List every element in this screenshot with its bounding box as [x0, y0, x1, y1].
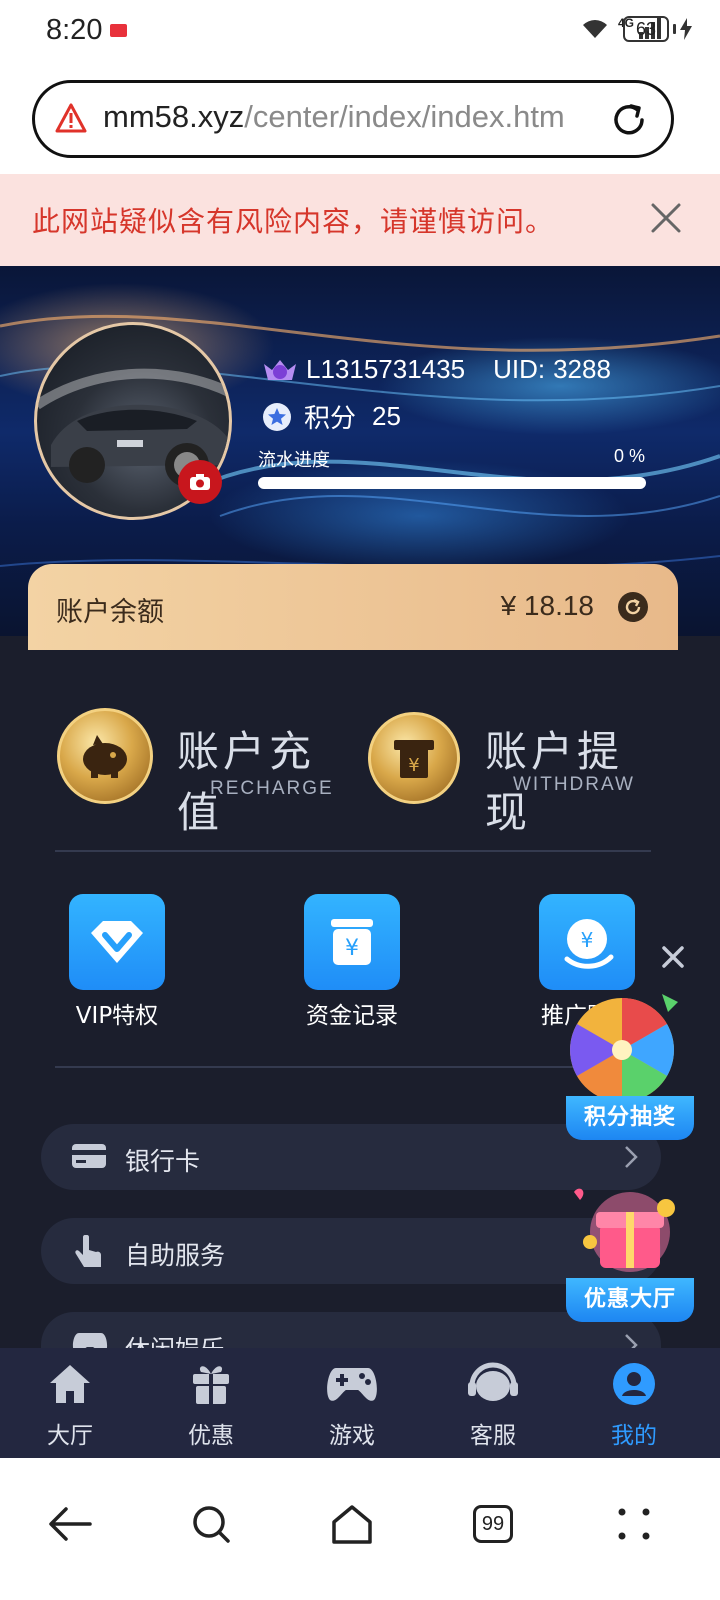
svg-text:¥: ¥ — [581, 928, 594, 952]
risk-warning-banner: 此网站疑似含有风险内容，请谨慎访问。 — [0, 174, 720, 266]
search-button[interactable] — [181, 1494, 241, 1554]
menu-item-label: 休闲娱乐 — [125, 1330, 225, 1348]
divider — [55, 850, 651, 852]
menu-item-label: 自助服务 — [125, 1241, 226, 1270]
withdraw-subtitle: WITHDRAW — [513, 774, 635, 795]
chevron-right-icon — [625, 1146, 638, 1168]
points-info: 积分 25 — [262, 398, 401, 435]
change-avatar-button[interactable] — [178, 460, 222, 504]
gift-box-icon: 优惠大厅 — [566, 1172, 694, 1322]
close-icon[interactable] — [650, 202, 682, 234]
refresh-balance-button[interactable] — [618, 592, 648, 622]
risk-warning-text: 此网站疑似含有风险内容，请谨慎访问。 — [32, 205, 555, 238]
status-bar: 8:20 4G 63 — [0, 0, 720, 64]
browser-toolbar: mm58.xyz/center/index/index.htm — [0, 64, 720, 174]
home-outline-icon — [332, 1505, 372, 1544]
nav-label: 游戏 — [329, 1423, 375, 1449]
battery-cap — [673, 24, 676, 34]
nav-label: 客服 — [470, 1423, 516, 1449]
flow-label: 流水进度 — [258, 450, 330, 471]
nav-games[interactable]: 游戏 — [302, 1360, 402, 1450]
battery-indicator: 63 — [623, 16, 692, 42]
reload-icon[interactable] — [609, 100, 649, 140]
divider — [55, 1066, 651, 1068]
grid-item-label: VIP特权 — [75, 1003, 159, 1029]
wifi-icon — [582, 20, 607, 38]
home-button[interactable] — [322, 1494, 382, 1554]
self-service-icon — [75, 1235, 101, 1267]
url-path: /center/index/index.htm — [244, 99, 565, 134]
recharge-button[interactable]: 账户充值 RECHARGE — [55, 700, 360, 837]
user-icon — [613, 1363, 655, 1405]
nav-support[interactable]: 客服 — [443, 1360, 543, 1450]
charging-icon — [680, 18, 692, 40]
more-dots-icon — [618, 1508, 650, 1540]
bank-card-icon — [72, 1144, 106, 1168]
flow-progress-bar — [258, 477, 646, 489]
nav-promotions[interactable]: 优惠 — [161, 1360, 261, 1450]
url-text[interactable]: mm58.xyz/center/index/index.htm — [103, 99, 583, 135]
balance-amount: ¥ 18.18 — [500, 590, 594, 621]
svg-text:¥: ¥ — [408, 755, 419, 776]
balance-card: 账户余额 ¥ 18.18 — [28, 564, 678, 650]
points-label: 积分 — [304, 404, 357, 434]
back-arrow-icon — [49, 1507, 92, 1541]
camera-icon — [190, 474, 210, 490]
headset-icon — [468, 1362, 518, 1401]
nav-label: 大厅 — [47, 1423, 93, 1449]
menu-item-label: 银行卡 — [125, 1147, 201, 1176]
bottom-nav: 大厅 优惠 游戏 客服 我的 — [0, 1348, 720, 1458]
promo-hall-label: 优惠大厅 — [566, 1278, 694, 1322]
wallet-actions: 账户充值 RECHARGE ¥ 账户提现 WITHDRAW — [0, 700, 720, 837]
svg-text:¥: ¥ — [345, 936, 359, 961]
tabs-count: 99 — [473, 1505, 513, 1543]
address-bar[interactable]: mm58.xyz/center/index/index.htm — [32, 80, 674, 158]
points-lottery-widget[interactable]: 积分抽奖 — [566, 988, 694, 1140]
withdraw-atm-icon: ¥ — [368, 712, 460, 804]
gamepad-icon — [327, 1368, 377, 1401]
search-icon — [193, 1506, 230, 1543]
nav-label: 我的 — [611, 1423, 657, 1449]
recharge-subtitle: RECHARGE — [210, 778, 334, 799]
fund-record-icon: ¥ — [304, 894, 400, 990]
points-value: 25 — [372, 401, 401, 431]
user-info: L1315731435 UID: 3288 — [262, 354, 611, 385]
promo-hall-widget[interactable]: 优惠大厅 — [566, 1172, 694, 1322]
back-button[interactable] — [40, 1494, 100, 1554]
nav-lobby[interactable]: 大厅 — [20, 1360, 120, 1450]
chevron-right-icon — [625, 1334, 638, 1348]
menu-button[interactable] — [604, 1494, 664, 1554]
close-floating-icon[interactable] — [660, 944, 686, 970]
lottery-wheel-icon: 积分抽奖 — [566, 988, 694, 1140]
star-badge-icon — [263, 402, 291, 431]
warning-icon[interactable] — [55, 103, 87, 133]
grid-item-label: 资金记录 — [306, 1003, 398, 1029]
nav-label: 优惠 — [188, 1423, 234, 1449]
flow-percent: 0 % — [613, 446, 645, 466]
system-nav-bar: 99 — [0, 1458, 720, 1600]
home-icon — [50, 1365, 90, 1403]
username: L1315731435 — [306, 354, 466, 384]
vip-badge-icon — [264, 359, 296, 380]
status-time: 8:20 — [46, 14, 103, 46]
gift-icon — [193, 1366, 229, 1404]
tabs-button[interactable]: 99 — [463, 1494, 523, 1554]
battery-level: 63 — [623, 16, 669, 42]
gamepad-icon — [72, 1333, 108, 1348]
nav-mine[interactable]: 我的 — [584, 1360, 684, 1450]
promote-icon: ¥ — [539, 894, 635, 990]
uid-value: 3288 — [553, 354, 611, 384]
withdraw-button[interactable]: ¥ 账户提现 WITHDRAW — [368, 700, 668, 837]
diamond-icon — [69, 894, 165, 990]
url-host: mm58.xyz — [103, 99, 245, 134]
uid-label: UID: — [493, 354, 546, 384]
piggy-bank-icon — [57, 708, 153, 804]
lottery-label: 积分抽奖 — [566, 1096, 694, 1140]
grid-item-fund-record[interactable]: ¥ 资金记录 — [277, 894, 427, 1030]
refresh-icon — [625, 598, 641, 615]
balance-label: 账户余额 — [56, 597, 164, 628]
grid-item-vip[interactable]: VIP特权 — [42, 894, 192, 1030]
notification-icon — [110, 24, 127, 37]
